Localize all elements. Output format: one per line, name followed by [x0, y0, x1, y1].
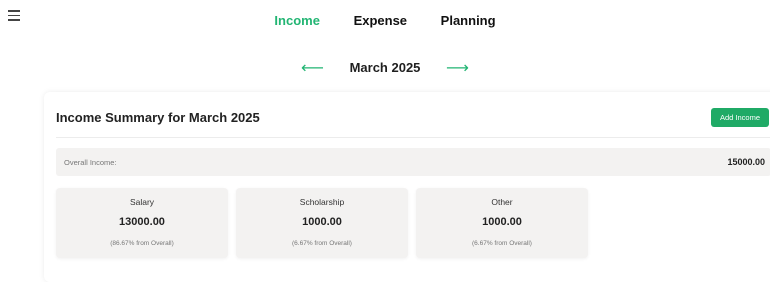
- page-title: Income Summary for March 2025: [56, 110, 260, 125]
- next-month-arrow-icon[interactable]: ⟶: [446, 58, 469, 78]
- category-percent: (6.67% from Overall): [292, 240, 352, 247]
- category-percent: (86.67% from Overall): [110, 240, 174, 247]
- tab-planning[interactable]: Planning: [441, 13, 496, 28]
- top-nav: Income Expense Planning: [0, 13, 770, 28]
- divider: [56, 137, 770, 138]
- category-card-scholarship[interactable]: Scholarship 1000.00 (6.67% from Overall): [236, 188, 408, 258]
- category-percent: (6.67% from Overall): [472, 240, 532, 247]
- category-card-other[interactable]: Other 1000.00 (6.67% from Overall): [416, 188, 588, 258]
- add-income-button[interactable]: Add Income: [711, 108, 769, 127]
- month-label: March 2025: [349, 60, 421, 75]
- overall-income-row: Overall Income: 15000.00: [56, 148, 770, 176]
- category-amount: 1000.00: [482, 216, 522, 228]
- category-amount: 13000.00: [119, 216, 165, 228]
- category-name: Other: [491, 197, 513, 207]
- category-amount: 1000.00: [302, 216, 342, 228]
- category-name: Salary: [129, 197, 155, 207]
- category-card-salary[interactable]: Salary 13000.00 (86.67% from Overall): [56, 188, 228, 258]
- tab-income[interactable]: Income: [274, 13, 320, 28]
- overall-income-label: Overall Income:: [64, 158, 117, 167]
- tab-expense[interactable]: Expense: [354, 13, 407, 28]
- month-selector: ⟵ March 2025 ⟶: [0, 58, 770, 78]
- category-name: Scholarship: [299, 197, 345, 207]
- income-summary-panel: Income Summary for March 2025 Add Income…: [44, 92, 770, 282]
- prev-month-arrow-icon[interactable]: ⟵: [301, 58, 324, 78]
- overall-income-value: 15000.00: [727, 157, 765, 167]
